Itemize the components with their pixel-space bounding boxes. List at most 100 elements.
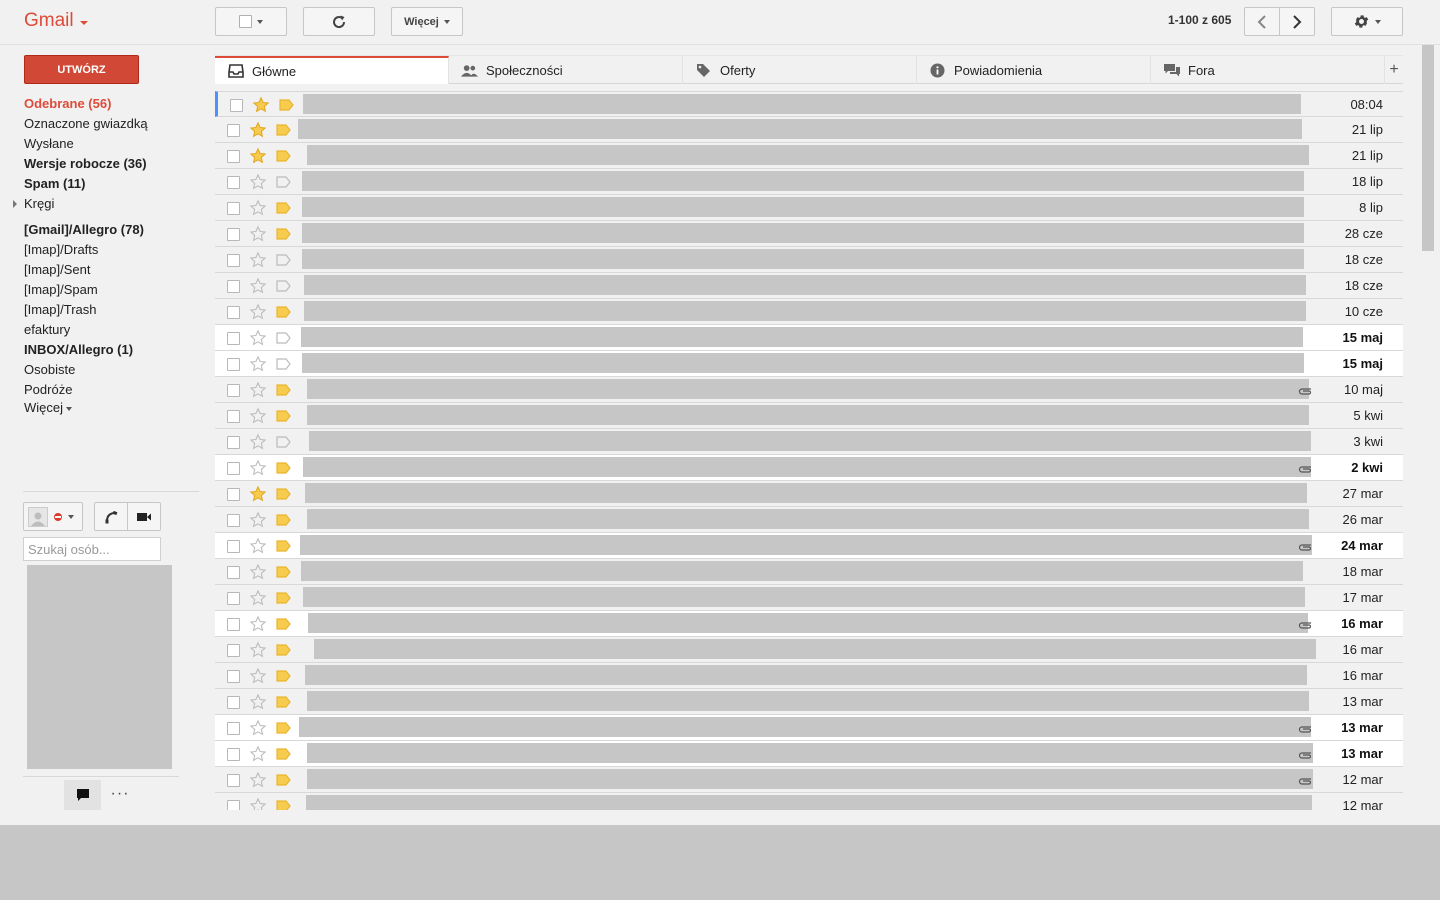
row-checkbox[interactable] [227,410,240,423]
table-row[interactable]: 26 mar [215,507,1403,533]
importance-marker-icon[interactable] [276,774,291,786]
star-icon[interactable] [249,615,267,633]
importance-marker-icon[interactable] [279,99,294,111]
star-icon[interactable] [249,355,267,373]
table-row[interactable]: 24 mar [215,533,1403,559]
table-row[interactable]: 13 mar [215,715,1403,741]
table-row[interactable]: 12 mar [215,793,1403,810]
table-row[interactable]: 21 lip [215,143,1403,169]
star-icon[interactable] [249,745,267,763]
row-checkbox[interactable] [227,306,240,319]
chat-more-button[interactable]: ··· [109,782,131,806]
star-icon[interactable] [249,199,267,217]
row-checkbox[interactable] [227,540,240,553]
row-checkbox[interactable] [227,358,240,371]
importance-marker-icon[interactable] [276,176,291,188]
importance-marker-icon[interactable] [276,722,291,734]
star-icon[interactable] [249,329,267,347]
sidebar-item[interactable]: INBOX/Allegro (1) [0,340,200,360]
table-row[interactable]: 13 mar [215,689,1403,715]
importance-marker-icon[interactable] [276,124,291,136]
sidebar-item[interactable]: [Imap]/Spam [0,280,200,300]
star-icon[interactable] [249,303,267,321]
sidebar-item[interactable]: Osobiste [0,360,200,380]
importance-marker-icon[interactable] [276,384,291,396]
star-icon[interactable] [249,771,267,789]
importance-marker-icon[interactable] [276,748,291,760]
importance-marker-icon[interactable] [276,800,291,810]
table-row[interactable]: 2 kwi [215,455,1403,481]
row-checkbox[interactable] [227,202,240,215]
table-row[interactable]: 8 lip [215,195,1403,221]
sidebar-item[interactable]: [Imap]/Trash [0,300,200,320]
row-checkbox[interactable] [227,384,240,397]
tab-1[interactable]: Społeczności [449,56,683,84]
row-checkbox[interactable] [227,722,240,735]
sidebar-item[interactable]: [Imap]/Drafts [0,240,200,260]
sidebar-item[interactable]: Wysłane [0,134,200,154]
row-checkbox[interactable] [227,696,240,709]
row-checkbox[interactable] [227,436,240,449]
scrollbar-thumb[interactable] [1422,45,1434,251]
star-icon[interactable] [249,667,267,685]
table-row[interactable]: 10 cze [215,299,1403,325]
star-icon[interactable] [249,225,267,243]
gmail-logo-menu[interactable]: Gmail [24,10,88,32]
importance-marker-icon[interactable] [276,410,291,422]
star-icon[interactable] [249,433,267,451]
table-row[interactable]: 10 maj [215,377,1403,403]
row-checkbox[interactable] [227,488,240,501]
sidebar-item[interactable]: Kręgi [0,194,200,214]
importance-marker-icon[interactable] [276,592,291,604]
row-checkbox[interactable] [227,150,240,163]
importance-marker-icon[interactable] [276,566,291,578]
row-checkbox[interactable] [227,332,240,345]
expand-triangle-icon[interactable] [13,200,17,208]
importance-marker-icon[interactable] [276,540,291,552]
table-row[interactable]: 16 mar [215,663,1403,689]
chat-tab-button[interactable] [64,780,101,810]
compose-button[interactable]: UTWÓRZ [24,55,139,84]
sidebar-item[interactable]: Wersje robocze (36) [0,154,200,174]
row-checkbox[interactable] [227,514,240,527]
star-icon[interactable] [249,537,267,555]
star-icon[interactable] [249,693,267,711]
table-row[interactable]: 28 cze [215,221,1403,247]
row-checkbox[interactable] [227,800,240,810]
table-row[interactable]: 08:04 [215,91,1403,117]
importance-marker-icon[interactable] [276,462,291,474]
star-icon[interactable] [249,459,267,477]
sidebar-item[interactable]: Odebrane (56) [0,94,200,114]
importance-marker-icon[interactable] [276,254,291,266]
sidebar-item[interactable]: [Imap]/Sent [0,260,200,280]
star-icon[interactable] [249,719,267,737]
row-checkbox[interactable] [227,228,240,241]
row-checkbox[interactable] [227,644,240,657]
row-checkbox[interactable] [227,774,240,787]
table-row[interactable]: 15 maj [215,351,1403,377]
star-icon[interactable] [249,407,267,425]
row-checkbox[interactable] [227,254,240,267]
table-row[interactable]: 18 mar [215,559,1403,585]
sidebar-item[interactable]: Spam (11) [0,174,200,194]
star-icon[interactable] [249,277,267,295]
row-checkbox[interactable] [227,592,240,605]
importance-marker-icon[interactable] [276,436,291,448]
row-checkbox[interactable] [227,670,240,683]
row-checkbox[interactable] [227,566,240,579]
importance-marker-icon[interactable] [276,618,291,630]
importance-marker-icon[interactable] [276,696,291,708]
star-icon[interactable] [249,563,267,581]
star-icon[interactable] [249,797,267,810]
importance-marker-icon[interactable] [276,280,291,292]
row-checkbox[interactable] [227,280,240,293]
video-call-button[interactable] [127,503,160,530]
star-icon[interactable] [249,173,267,191]
select-all-button[interactable] [215,7,287,36]
table-row[interactable]: 5 kwi [215,403,1403,429]
row-checkbox[interactable] [227,748,240,761]
row-checkbox[interactable] [227,462,240,475]
importance-marker-icon[interactable] [276,202,291,214]
table-row[interactable]: 18 lip [215,169,1403,195]
star-icon[interactable] [249,147,267,165]
